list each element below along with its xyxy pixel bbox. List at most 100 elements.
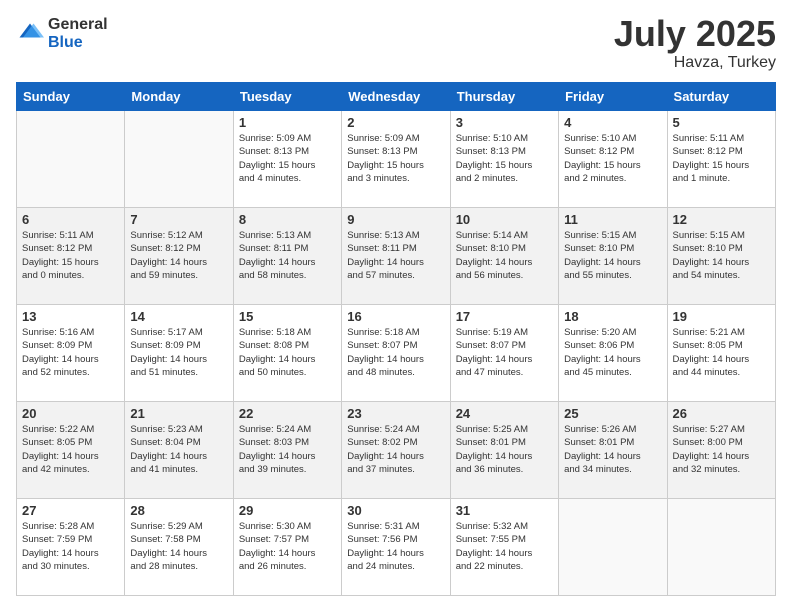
logo-text: General Blue bbox=[48, 16, 108, 51]
table-row: 13 Sunrise: 5:16 AM Sunset: 8:09 PM Dayli… bbox=[17, 305, 125, 402]
day-info: Sunrise: 5:13 AM Sunset: 8:11 PM Dayligh… bbox=[347, 229, 444, 282]
day-number: 7 bbox=[130, 212, 227, 227]
logo: General Blue bbox=[16, 16, 108, 51]
day-info: Sunrise: 5:09 AM Sunset: 8:13 PM Dayligh… bbox=[239, 132, 336, 185]
logo-icon bbox=[16, 20, 44, 48]
title-area: July 2025 Havza, Turkey bbox=[614, 16, 776, 72]
day-info: Sunrise: 5:18 AM Sunset: 8:08 PM Dayligh… bbox=[239, 326, 336, 379]
day-info: Sunrise: 5:09 AM Sunset: 8:13 PM Dayligh… bbox=[347, 132, 444, 185]
table-row: 22Sunrise: 5:24 AM Sunset: 8:03 PM Dayli… bbox=[233, 402, 341, 499]
table-row: 6 Sunrise: 5:11 AM Sunset: 8:12 PM Daylig… bbox=[17, 208, 125, 305]
day-info: Sunrise: 5:18 AM Sunset: 8:07 PM Dayligh… bbox=[347, 326, 444, 379]
table-row bbox=[667, 499, 775, 596]
day-number: 13 bbox=[22, 309, 119, 324]
day-number: 27 bbox=[22, 503, 119, 518]
logo-blue: Blue bbox=[48, 34, 108, 52]
table-row: 9Sunrise: 5:13 AM Sunset: 8:11 PM Daylig… bbox=[342, 208, 450, 305]
table-row: 8Sunrise: 5:13 AM Sunset: 8:11 PM Daylig… bbox=[233, 208, 341, 305]
day-info: Sunrise: 5:28 AM Sunset: 7:59 PM Dayligh… bbox=[22, 520, 119, 573]
table-row: 23 Sunrise: 5:24 AM Sunset: 8:02 PM Dayli… bbox=[342, 402, 450, 499]
weekday-header-row: Sunday Monday Tuesday Wednesday Thursday… bbox=[17, 83, 776, 111]
table-row bbox=[125, 111, 233, 208]
calendar-week-row: 1Sunrise: 5:09 AM Sunset: 8:13 PM Daylig… bbox=[17, 111, 776, 208]
table-row: 17 Sunrise: 5:19 AM Sunset: 8:07 PM Dayli… bbox=[450, 305, 558, 402]
day-info: Sunrise: 5:32 AM Sunset: 7:55 PM Dayligh… bbox=[456, 520, 553, 573]
calendar-week-row: 27 Sunrise: 5:28 AM Sunset: 7:59 PM Dayli… bbox=[17, 499, 776, 596]
day-number: 20 bbox=[22, 406, 119, 421]
table-row: 21Sunrise: 5:23 AM Sunset: 8:04 PM Dayli… bbox=[125, 402, 233, 499]
day-number: 25 bbox=[564, 406, 661, 421]
day-number: 5 bbox=[673, 115, 770, 130]
table-row: 12 Sunrise: 5:15 AM Sunset: 8:10 PM Dayli… bbox=[667, 208, 775, 305]
day-number: 3 bbox=[456, 115, 553, 130]
table-row: 7Sunrise: 5:12 AM Sunset: 8:12 PM Daylig… bbox=[125, 208, 233, 305]
table-row bbox=[17, 111, 125, 208]
day-info: Sunrise: 5:11 AM Sunset: 8:12 PM Dayligh… bbox=[22, 229, 119, 282]
table-row: 18 Sunrise: 5:20 AM Sunset: 8:06 PM Dayli… bbox=[559, 305, 667, 402]
table-row: 11 Sunrise: 5:15 AM Sunset: 8:10 PM Dayli… bbox=[559, 208, 667, 305]
header-sunday: Sunday bbox=[17, 83, 125, 111]
day-info: Sunrise: 5:30 AM Sunset: 7:57 PM Dayligh… bbox=[239, 520, 336, 573]
day-info: Sunrise: 5:25 AM Sunset: 8:01 PM Dayligh… bbox=[456, 423, 553, 476]
day-number: 28 bbox=[130, 503, 227, 518]
day-info: Sunrise: 5:19 AM Sunset: 8:07 PM Dayligh… bbox=[456, 326, 553, 379]
header-friday: Friday bbox=[559, 83, 667, 111]
header-tuesday: Tuesday bbox=[233, 83, 341, 111]
table-row: 4Sunrise: 5:10 AM Sunset: 8:12 PM Daylig… bbox=[559, 111, 667, 208]
calendar-week-row: 13 Sunrise: 5:16 AM Sunset: 8:09 PM Dayli… bbox=[17, 305, 776, 402]
day-number: 12 bbox=[673, 212, 770, 227]
table-row: 31Sunrise: 5:32 AM Sunset: 7:55 PM Dayli… bbox=[450, 499, 558, 596]
day-info: Sunrise: 5:14 AM Sunset: 8:10 PM Dayligh… bbox=[456, 229, 553, 282]
day-number: 11 bbox=[564, 212, 661, 227]
location: Havza, Turkey bbox=[614, 54, 776, 72]
logo-general: General bbox=[48, 16, 108, 34]
day-number: 18 bbox=[564, 309, 661, 324]
page: General Blue July 2025 Havza, Turkey Sun… bbox=[0, 0, 792, 612]
header-saturday: Saturday bbox=[667, 83, 775, 111]
table-row: 3Sunrise: 5:10 AM Sunset: 8:13 PM Daylig… bbox=[450, 111, 558, 208]
calendar-table: Sunday Monday Tuesday Wednesday Thursday… bbox=[16, 82, 776, 596]
header: General Blue July 2025 Havza, Turkey bbox=[16, 16, 776, 72]
day-info: Sunrise: 5:29 AM Sunset: 7:58 PM Dayligh… bbox=[130, 520, 227, 573]
day-number: 14 bbox=[130, 309, 227, 324]
table-row: 15 Sunrise: 5:18 AM Sunset: 8:08 PM Dayli… bbox=[233, 305, 341, 402]
table-row: 14 Sunrise: 5:17 AM Sunset: 8:09 PM Dayli… bbox=[125, 305, 233, 402]
day-number: 2 bbox=[347, 115, 444, 130]
day-number: 16 bbox=[347, 309, 444, 324]
day-number: 23 bbox=[347, 406, 444, 421]
day-number: 26 bbox=[673, 406, 770, 421]
day-info: Sunrise: 5:15 AM Sunset: 8:10 PM Dayligh… bbox=[564, 229, 661, 282]
day-number: 22 bbox=[239, 406, 336, 421]
day-number: 19 bbox=[673, 309, 770, 324]
table-row: 19 Sunrise: 5:21 AM Sunset: 8:05 PM Dayli… bbox=[667, 305, 775, 402]
table-row: 30 Sunrise: 5:31 AM Sunset: 7:56 PM Dayli… bbox=[342, 499, 450, 596]
day-info: Sunrise: 5:23 AM Sunset: 8:04 PM Dayligh… bbox=[130, 423, 227, 476]
day-info: Sunrise: 5:26 AM Sunset: 8:01 PM Dayligh… bbox=[564, 423, 661, 476]
day-info: Sunrise: 5:31 AM Sunset: 7:56 PM Dayligh… bbox=[347, 520, 444, 573]
day-number: 30 bbox=[347, 503, 444, 518]
table-row: 20 Sunrise: 5:22 AM Sunset: 8:05 PM Dayli… bbox=[17, 402, 125, 499]
table-row: 28 Sunrise: 5:29 AM Sunset: 7:58 PM Dayli… bbox=[125, 499, 233, 596]
table-row: 26Sunrise: 5:27 AM Sunset: 8:00 PM Dayli… bbox=[667, 402, 775, 499]
day-info: Sunrise: 5:20 AM Sunset: 8:06 PM Dayligh… bbox=[564, 326, 661, 379]
table-row: 16 Sunrise: 5:18 AM Sunset: 8:07 PM Dayli… bbox=[342, 305, 450, 402]
day-info: Sunrise: 5:11 AM Sunset: 8:12 PM Dayligh… bbox=[673, 132, 770, 185]
day-info: Sunrise: 5:24 AM Sunset: 8:02 PM Dayligh… bbox=[347, 423, 444, 476]
day-number: 10 bbox=[456, 212, 553, 227]
table-row: 2 Sunrise: 5:09 AM Sunset: 8:13 PM Daylig… bbox=[342, 111, 450, 208]
header-thursday: Thursday bbox=[450, 83, 558, 111]
day-number: 4 bbox=[564, 115, 661, 130]
day-info: Sunrise: 5:21 AM Sunset: 8:05 PM Dayligh… bbox=[673, 326, 770, 379]
day-number: 17 bbox=[456, 309, 553, 324]
header-monday: Monday bbox=[125, 83, 233, 111]
day-info: Sunrise: 5:15 AM Sunset: 8:10 PM Dayligh… bbox=[673, 229, 770, 282]
day-info: Sunrise: 5:16 AM Sunset: 8:09 PM Dayligh… bbox=[22, 326, 119, 379]
calendar-week-row: 20 Sunrise: 5:22 AM Sunset: 8:05 PM Dayli… bbox=[17, 402, 776, 499]
table-row: 24Sunrise: 5:25 AM Sunset: 8:01 PM Dayli… bbox=[450, 402, 558, 499]
day-info: Sunrise: 5:22 AM Sunset: 8:05 PM Dayligh… bbox=[22, 423, 119, 476]
day-number: 6 bbox=[22, 212, 119, 227]
day-info: Sunrise: 5:13 AM Sunset: 8:11 PM Dayligh… bbox=[239, 229, 336, 282]
table-row: 10 Sunrise: 5:14 AM Sunset: 8:10 PM Dayli… bbox=[450, 208, 558, 305]
day-number: 15 bbox=[239, 309, 336, 324]
day-info: Sunrise: 5:17 AM Sunset: 8:09 PM Dayligh… bbox=[130, 326, 227, 379]
